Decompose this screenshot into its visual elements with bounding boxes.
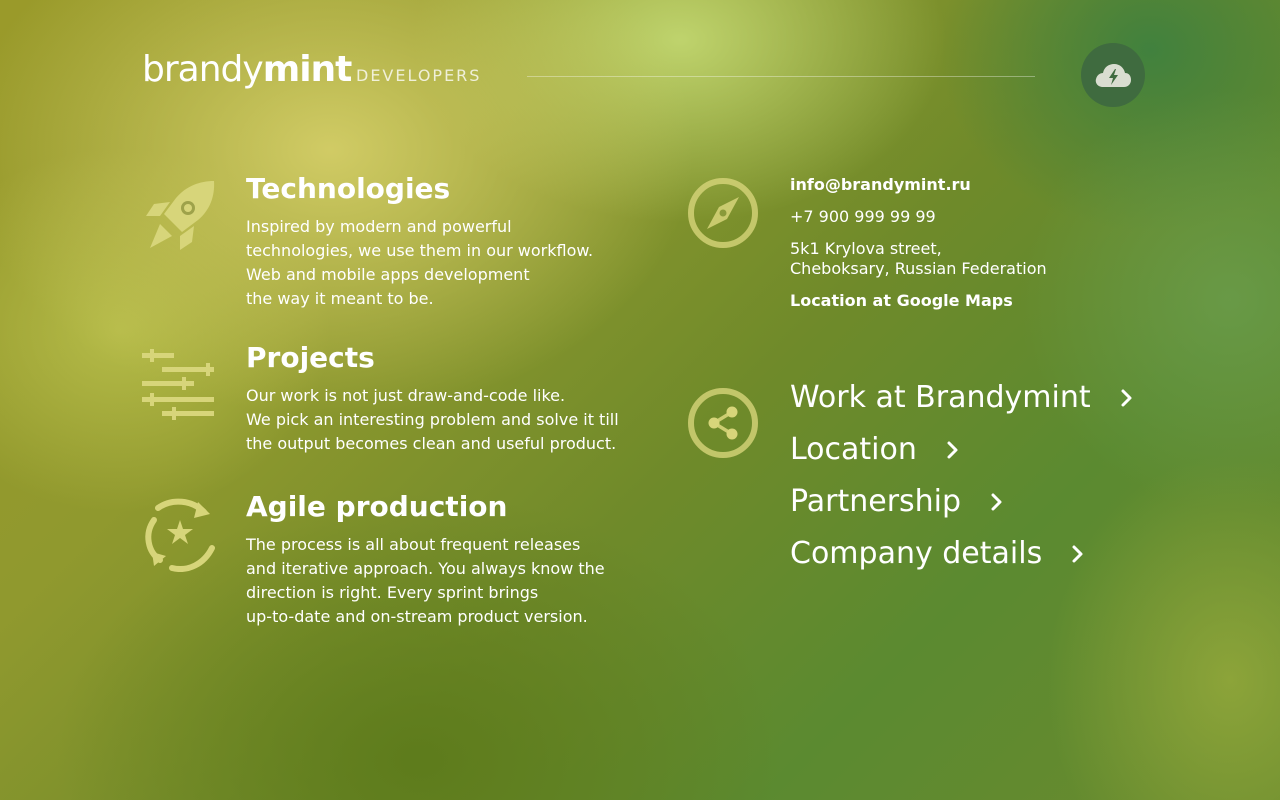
- nav-link-label: Company details: [790, 536, 1043, 571]
- cloud-button[interactable]: [1081, 43, 1145, 107]
- google-maps-link[interactable]: Location at Google Maps: [790, 291, 1013, 311]
- chevron-right-icon: [1072, 545, 1083, 563]
- sliders-icon: [142, 349, 218, 425]
- description-line: The process is all about frequent releas…: [246, 535, 581, 554]
- nav-link-company-details[interactable]: Company details: [790, 534, 1086, 574]
- description-line: technologies, we use them in our workflo…: [246, 241, 594, 260]
- description-line: Our work is not just draw-and-code like.: [246, 386, 566, 405]
- nav-link-label: Location: [790, 432, 917, 467]
- cycle-star-icon: [142, 496, 218, 572]
- nav-link-location[interactable]: Location: [790, 430, 961, 470]
- header-divider: [527, 76, 1035, 77]
- description-line: the way it meant to be.: [246, 289, 434, 308]
- compass-icon: [687, 177, 759, 249]
- address-line-2: Cheboksary, Russian Federation: [790, 259, 1047, 278]
- nav-link-partnership[interactable]: Partnership: [790, 482, 1005, 522]
- nav-link-work-at-brandymint[interactable]: Work at Brandymint: [790, 378, 1135, 418]
- technologies-description: Inspired by modern and powerful technolo…: [246, 215, 593, 311]
- nav-link-label: Work at Brandymint: [790, 380, 1091, 415]
- rocket-icon: [142, 178, 218, 254]
- projects-description: Our work is not just draw-and-code like.…: [246, 384, 619, 456]
- description-line: the output becomes clean and useful prod…: [246, 434, 617, 453]
- agile-production-description: The process is all about frequent releas…: [246, 533, 605, 629]
- logo-text-light: brandy: [142, 49, 264, 90]
- description-line: up-to-date and on-stream product version…: [246, 607, 588, 626]
- share-icon[interactable]: [687, 387, 759, 459]
- technologies-title: Technologies: [246, 172, 451, 205]
- brandymint-logo[interactable]: brandymint: [142, 46, 353, 94]
- cloud-lightning-icon: [1095, 64, 1131, 87]
- email-link[interactable]: info@brandymint.ru: [790, 175, 971, 195]
- nav-link-label: Partnership: [790, 484, 962, 519]
- description-line: and iterative approach. You always know …: [246, 559, 605, 578]
- logo-text-bold: mint: [262, 49, 353, 90]
- chevron-right-icon: [947, 441, 958, 459]
- description-line: We pick an interesting problem and solve…: [246, 410, 619, 429]
- chevron-right-icon: [1121, 389, 1132, 407]
- chevron-right-icon: [991, 493, 1002, 511]
- agile-production-title: Agile production: [246, 490, 508, 523]
- header-subtitle: DEVELOPERS: [356, 66, 482, 85]
- description-line: Web and mobile apps development: [246, 265, 530, 284]
- address-line-1: 5k1 Krylova street,: [790, 239, 942, 258]
- description-line: direction is right. Every sprint brings: [246, 583, 539, 602]
- projects-title: Projects: [246, 341, 375, 374]
- phone-number[interactable]: +7 900 999 99 99: [790, 207, 936, 227]
- description-line: Inspired by modern and powerful: [246, 217, 512, 236]
